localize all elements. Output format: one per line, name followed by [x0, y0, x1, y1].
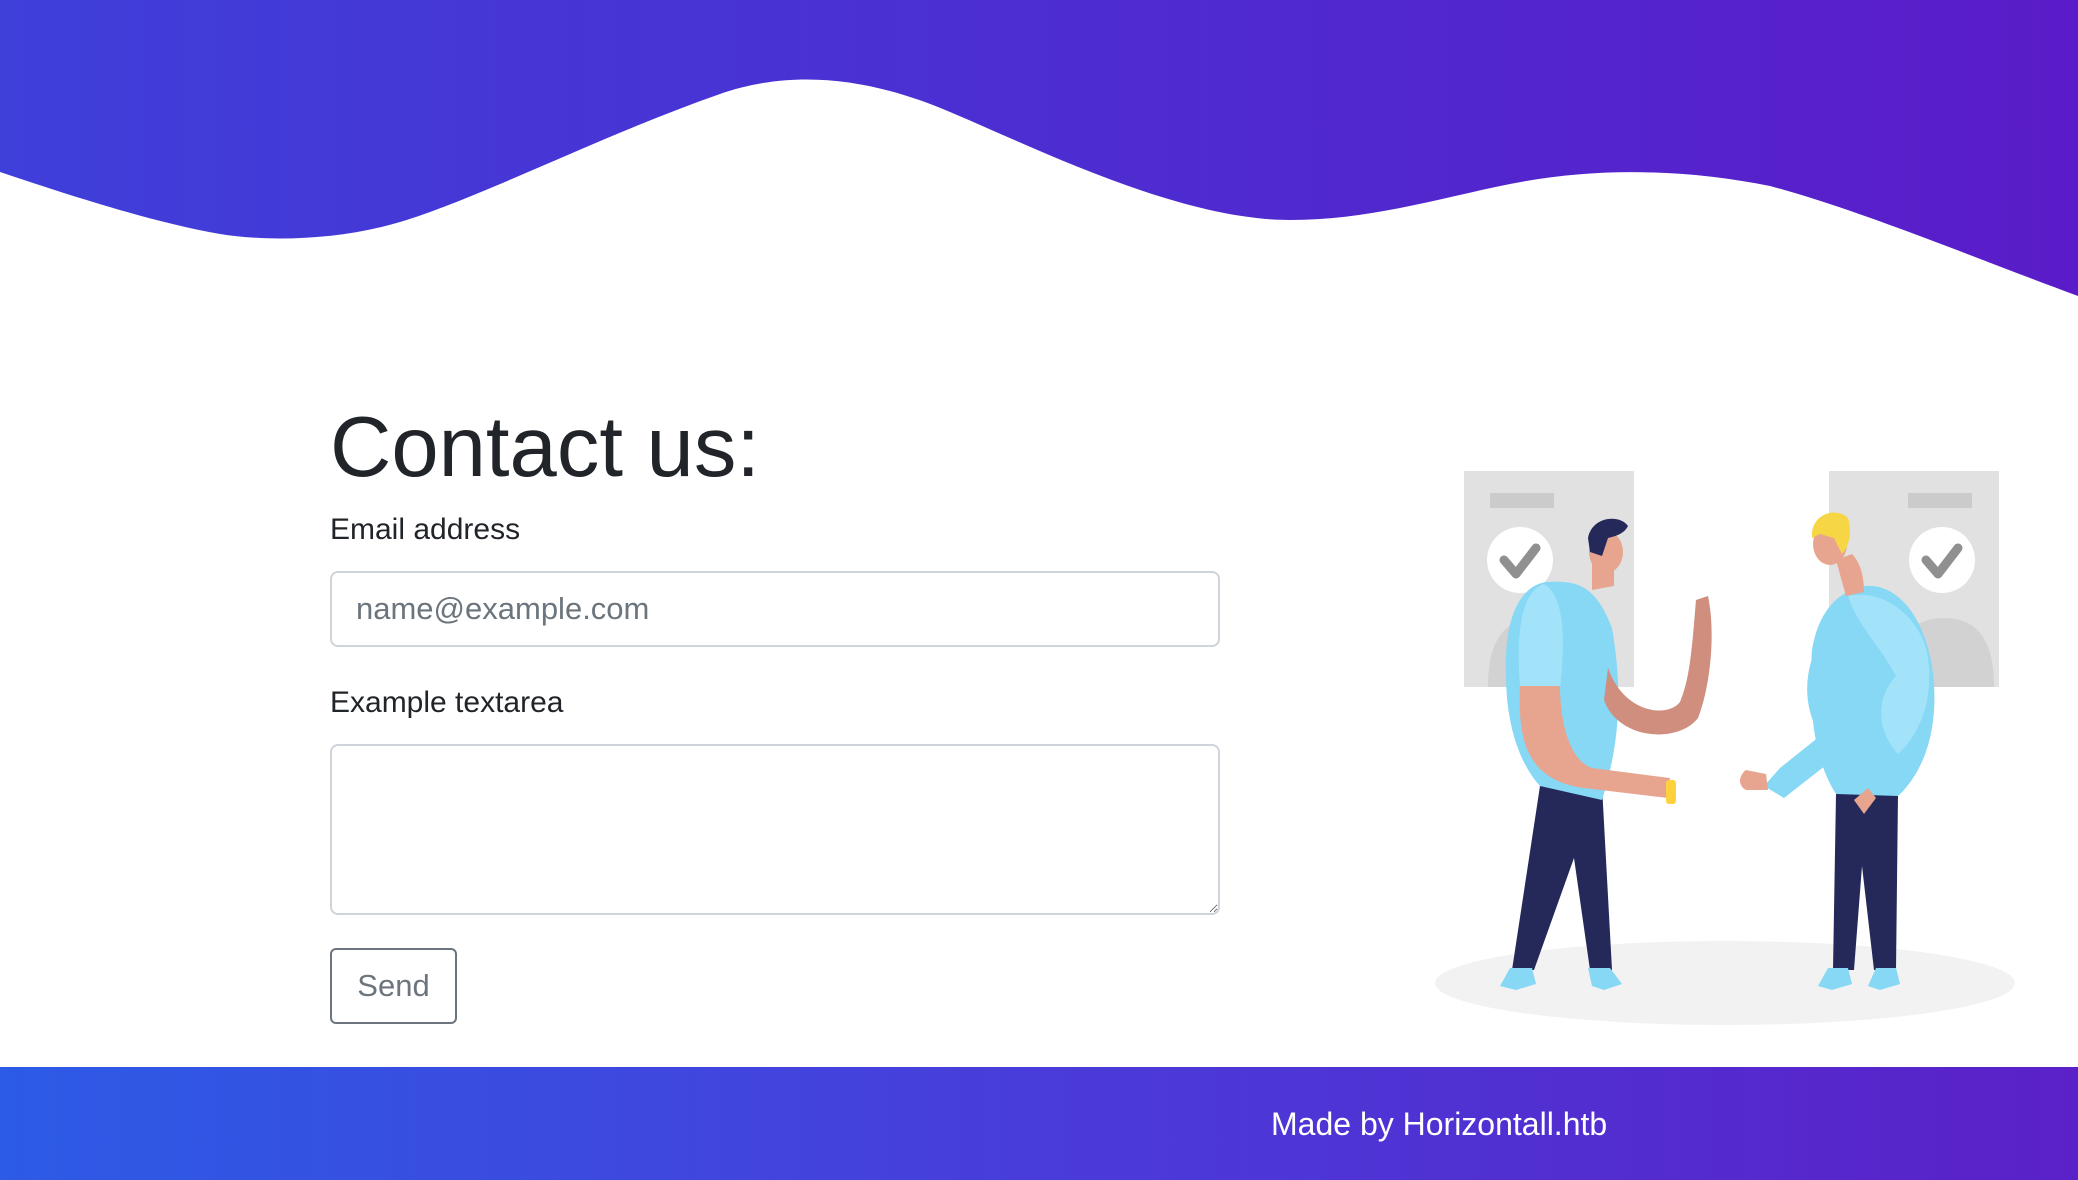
footer-credit: Made by Horizontall.htb	[1271, 1106, 1608, 1142]
send-button[interactable]: Send	[330, 948, 457, 1024]
email-label: Email address	[330, 513, 521, 546]
email-input[interactable]	[330, 571, 1220, 647]
page-title: Contact us:	[330, 400, 760, 495]
contact-section: Contact us: Email address Example textar…	[330, 396, 1220, 1024]
header-wave-background	[0, 0, 2078, 296]
message-textarea[interactable]	[330, 744, 1220, 915]
textarea-label: Example textarea	[330, 686, 564, 719]
handshake-illustration	[1435, 471, 2015, 1025]
footer: Made by Horizontall.htb	[0, 1067, 2078, 1180]
